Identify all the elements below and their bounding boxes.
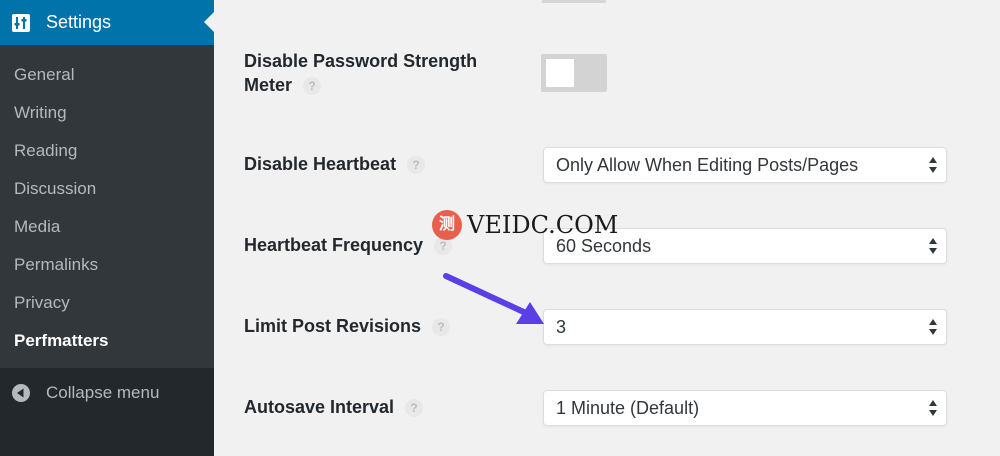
watermark: 测 VEIDC.COM <box>432 210 618 240</box>
collapse-arrow-icon <box>12 384 30 402</box>
password-meter-label-line1: Disable Password Strength <box>244 51 478 71</box>
current-menu-indicator <box>204 12 214 32</box>
help-icon[interactable]: ? <box>405 399 424 418</box>
password-meter-label: Disable Password Strength Meter ? <box>244 49 477 97</box>
autosave-label-text: Autosave Interval <box>244 397 395 417</box>
submenu-item-perfmatters[interactable]: Perfmatters <box>14 331 109 351</box>
submenu-item-reading[interactable]: Reading <box>14 141 77 161</box>
select-arrows-icon <box>929 238 937 254</box>
password-meter-toggle[interactable] <box>541 54 607 92</box>
submenu-item-discussion[interactable]: Discussion <box>14 179 96 199</box>
annotation-arrow-icon <box>443 273 544 324</box>
previous-control-edge <box>542 0 606 3</box>
watermark-badge: 测 <box>432 210 462 240</box>
help-icon[interactable]: ? <box>303 77 322 96</box>
submenu-item-general[interactable]: General <box>14 65 74 85</box>
help-icon[interactable]: ? <box>407 156 426 175</box>
heartbeat-frequency-label: Heartbeat Frequency ? <box>244 233 453 257</box>
select-arrows-icon <box>929 157 937 173</box>
autosave-label: Autosave Interval ? <box>244 395 424 419</box>
settings-menu-title: Settings <box>46 12 112 32</box>
settings-sliders-icon <box>12 13 30 32</box>
submenu-item-privacy[interactable]: Privacy <box>14 293 70 313</box>
password-meter-label-line2: Meter <box>244 75 293 95</box>
heartbeat-select[interactable]: Only Allow When Editing Posts/Pages <box>543 147 947 183</box>
submenu-item-writing[interactable]: Writing <box>14 103 67 123</box>
heartbeat-label-text: Disable Heartbeat <box>244 154 397 174</box>
post-revisions-select[interactable]: 3 <box>543 309 947 345</box>
toggle-knob <box>546 59 574 87</box>
collapse-menu-label: Collapse menu <box>46 383 160 402</box>
heartbeat-select-value: Only Allow When Editing Posts/Pages <box>556 155 859 175</box>
admin-sidebar: Settings General Writing Reading Discuss… <box>0 0 214 456</box>
settings-submenu: General Writing Reading Discussion Media… <box>0 45 214 368</box>
submenu-item-permalinks[interactable]: Permalinks <box>14 255 98 275</box>
post-revisions-label: Limit Post Revisions ? <box>244 314 451 338</box>
autosave-select[interactable]: 1 Minute (Default) <box>543 390 947 426</box>
post-revisions-select-value: 3 <box>556 317 567 337</box>
heartbeat-frequency-label-text: Heartbeat Frequency <box>244 235 424 255</box>
select-arrows-icon <box>929 400 937 416</box>
select-arrows-icon <box>929 319 937 335</box>
autosave-select-value: 1 Minute (Default) <box>556 398 700 418</box>
submenu-item-media[interactable]: Media <box>14 217 60 237</box>
collapse-menu-button[interactable]: Collapse menu <box>0 371 214 415</box>
settings-menu-header[interactable]: Settings <box>0 0 214 45</box>
post-revisions-label-text: Limit Post Revisions <box>244 316 422 336</box>
watermark-text: VEIDC.COM <box>467 211 619 239</box>
heartbeat-label: Disable Heartbeat ? <box>244 152 426 176</box>
